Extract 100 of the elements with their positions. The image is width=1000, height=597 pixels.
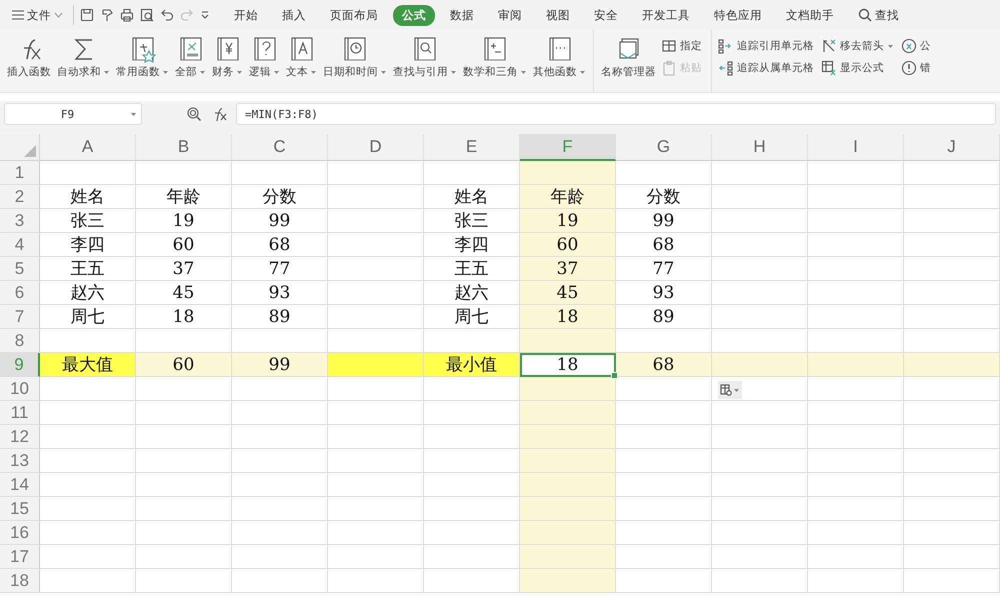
table-cell: 年龄 [136,185,232,209]
ribbon-button[interactable]: 财务 [209,33,246,81]
row-header[interactable]: 13 [0,449,40,473]
table-cell: 60 [136,233,232,257]
ribbon-tab[interactable]: 安全 [585,4,627,26]
ribbon-button[interactable]: 全部 [172,33,209,81]
ribbon-button[interactable]: 公 [899,37,933,55]
table-cell: 李四 [40,233,136,257]
row-header[interactable]: 11 [0,401,40,425]
row-header[interactable]: 5 [0,257,40,281]
column-header[interactable]: H [712,134,808,161]
row-header[interactable]: 6 [0,281,40,305]
fill-handle[interactable] [611,372,618,379]
ribbon-button[interactable]: 逻辑 [246,33,283,81]
ribbon-tab[interactable]: 视图 [537,4,579,26]
ribbon-button[interactable]: 常用函数 [113,33,172,81]
table-cell: 19 [136,209,232,233]
ribbon-button[interactable]: 数学和三角 [460,33,530,81]
table-cell: 姓名 [40,185,136,209]
ribbon-tab[interactable]: 审阅 [489,4,531,26]
row-header[interactable]: 4 [0,233,40,257]
table-cell: 89 [232,305,328,329]
column-header[interactable]: J [904,134,1000,161]
caret-icon [130,112,137,116]
row-header[interactable]: 12 [0,425,40,449]
search-icon [858,8,872,22]
table-cell: 张三 [40,209,136,233]
row-header[interactable]: 3 [0,209,40,233]
table-cell: 68 [616,353,712,377]
column-header[interactable]: C [232,134,328,161]
ribbon-tab[interactable]: 特色应用 [705,4,771,26]
print-icon [120,8,134,22]
row-header[interactable]: 7 [0,305,40,329]
column-header[interactable]: B [136,134,232,161]
table-cell: 93 [616,281,712,305]
ribbon-button[interactable]: 自动求和 [54,33,113,81]
ribbon-button[interactable]: 追踪引用单元格 [716,37,816,55]
ribbon-button[interactable]: 移去箭头 [819,37,896,55]
column-header[interactable]: I [808,134,904,161]
column-header[interactable]: D [328,134,424,161]
active-cell: 18 [520,353,616,377]
ribbon-button[interactable]: 查找与引用 [390,33,460,81]
table-cell: 最大值 [40,353,136,377]
row-header[interactable]: 15 [0,497,40,521]
ribbon-button[interactable]: 错 [899,59,933,77]
ribbon-button[interactable]: 名称管理器 [598,33,659,81]
ribbon-button[interactable]: 显示公式 [819,59,896,77]
ribbon-tab[interactable]: 插入 [273,4,315,26]
table-cell: 37 [136,257,232,281]
table-cell: 19 [520,209,616,233]
table-cell: 周七 [40,305,136,329]
table-cell: 年龄 [520,185,616,209]
zoom-icon [186,106,202,122]
ribbon-button[interactable]: 指定 [659,37,704,55]
table-cell: 60 [136,353,232,377]
undo-icon [160,8,174,22]
caret-icon [733,388,740,392]
table-cell: 45 [520,281,616,305]
column-header[interactable]: E [424,134,520,161]
row-header[interactable]: 18 [0,569,40,593]
function-curve-icon [212,106,228,122]
ribbon-button[interactable]: 日期和时间 [320,33,390,81]
table-cell: 89 [616,305,712,329]
ribbon-button[interactable]: 插入函数 [4,33,54,81]
table-cell: 60 [520,233,616,257]
ribbon-tab[interactable]: 数据 [441,4,483,26]
search-button[interactable]: 查找 [852,6,905,24]
remove-arrows-icon [821,38,837,54]
table-cell: 77 [232,257,328,281]
ribbon-tab[interactable]: 文档助手 [777,4,843,26]
ribbon-tab[interactable]: 开发工具 [633,4,699,26]
ribbon-tab[interactable]: 页面布局 [321,4,387,26]
row-header[interactable]: 8 [0,329,40,353]
table-cell: 18 [136,305,232,329]
table-cell: 99 [232,353,328,377]
row-header[interactable]: 14 [0,473,40,497]
ribbon-tab[interactable]: 开始 [225,4,267,26]
table-cell: 最小值 [424,353,520,377]
table-cell: 王五 [40,257,136,281]
table-cell: 93 [232,281,328,305]
chevron-icon [54,12,63,18]
file-menu[interactable]: 文件 [8,8,67,22]
save-icon [80,8,94,22]
table-cell: 分数 [232,185,328,209]
error-circle-icon [901,60,917,76]
column-header[interactable]: A [40,134,136,161]
formula-field[interactable]: =MIN(F3:F8) [236,103,996,125]
ribbon-button[interactable]: 追踪从属单元格 [716,59,816,77]
row-header[interactable]: 1 [0,161,40,185]
name-box[interactable]: F9 [4,103,142,125]
ribbon-button[interactable]: 文本 [283,33,320,81]
paste-options-button[interactable] [718,381,742,399]
ribbon-button[interactable]: 其他函数 [530,33,589,81]
column-header[interactable]: G [616,134,712,161]
row-header[interactable]: 16 [0,521,40,545]
ribbon-tab[interactable]: 公式 [393,4,435,26]
row-header[interactable]: 17 [0,545,40,569]
row-header[interactable]: 10 [0,377,40,401]
table-cell: 赵六 [40,281,136,305]
row-header[interactable]: 2 [0,185,40,209]
